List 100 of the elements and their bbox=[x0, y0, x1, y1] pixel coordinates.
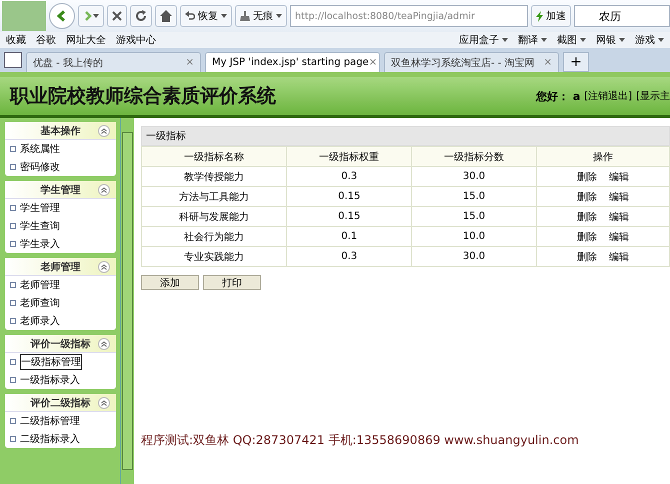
menu-item[interactable]: 二级指标录入 bbox=[20, 432, 80, 446]
bookmark-link[interactable]: 网址大全 bbox=[66, 33, 106, 47]
collapse-icon[interactable] bbox=[98, 396, 110, 408]
collapse-icon[interactable] bbox=[98, 260, 110, 272]
bookmark-link[interactable]: 收藏 bbox=[6, 33, 26, 47]
action-link[interactable]: 编辑 bbox=[608, 232, 629, 242]
caret-icon bbox=[221, 14, 227, 18]
bullet-icon bbox=[10, 377, 16, 383]
sidebar-toggle-icon[interactable] bbox=[4, 52, 22, 68]
bullet-icon bbox=[10, 146, 16, 152]
action-link[interactable]: 编辑 bbox=[608, 192, 629, 202]
search-field[interactable]: 农历 bbox=[574, 5, 670, 27]
table-cell: 15.0 bbox=[412, 206, 536, 226]
table-cell: 0.3 bbox=[286, 246, 412, 266]
header-link[interactable]: [注销退出] bbox=[584, 89, 632, 103]
header-link[interactable]: [显示主 bbox=[636, 89, 670, 103]
restore-button[interactable]: 恢复 bbox=[180, 5, 232, 27]
stop-button[interactable] bbox=[107, 5, 127, 27]
new-tab-button[interactable]: + bbox=[563, 52, 589, 72]
bullet-icon bbox=[10, 282, 16, 288]
collapse-icon[interactable] bbox=[98, 338, 110, 350]
menu-item[interactable]: 一级指标录入 bbox=[20, 373, 80, 387]
table-caption: 一级指标 bbox=[141, 126, 670, 146]
action-link[interactable]: 删除 bbox=[576, 192, 597, 202]
refresh-button[interactable] bbox=[130, 5, 152, 27]
bullet-icon bbox=[10, 223, 16, 229]
forward-button[interactable] bbox=[78, 5, 104, 27]
menu-item[interactable]: 老师录入 bbox=[20, 314, 60, 328]
user-name: a bbox=[572, 90, 580, 102]
menu-item[interactable]: 老师查询 bbox=[20, 296, 60, 310]
bookmark-link[interactable]: 截图 bbox=[557, 33, 577, 47]
column-header: 一级指标权重 bbox=[286, 146, 412, 166]
action-link[interactable]: 删除 bbox=[576, 252, 597, 262]
broom-icon bbox=[240, 11, 250, 21]
bullet-icon bbox=[10, 359, 16, 365]
caret-icon[interactable] bbox=[502, 38, 508, 42]
table-cell: 15.0 bbox=[412, 186, 536, 206]
browser-tab[interactable]: 双鱼林学习系统淘宝店- - 淘宝网 × bbox=[384, 52, 559, 72]
refresh-icon bbox=[135, 10, 147, 22]
menu-item[interactable]: 系统属性 bbox=[20, 142, 60, 156]
menu-item[interactable]: 学生管理 bbox=[20, 201, 60, 215]
table-cell: 0.15 bbox=[286, 206, 412, 226]
action-link[interactable]: 编辑 bbox=[608, 172, 629, 182]
browser-tab[interactable]: My JSP 'index.jsp' starting page× bbox=[205, 52, 380, 72]
caret-icon bbox=[93, 14, 99, 18]
caret-icon[interactable] bbox=[658, 38, 664, 42]
table-cell: 10.0 bbox=[412, 226, 536, 246]
table-cell: 方法与工具能力 bbox=[142, 186, 287, 206]
table-cell: 30.0 bbox=[412, 166, 536, 186]
bookmark-link[interactable]: 应用盒子 bbox=[459, 33, 499, 47]
action-link[interactable]: 删除 bbox=[576, 172, 597, 182]
table-cell: 0.1 bbox=[286, 226, 412, 246]
caret-icon[interactable] bbox=[619, 38, 625, 42]
collapse-icon[interactable] bbox=[98, 124, 110, 136]
address-bar[interactable]: http://localhost:8080/teaPingjia/admir bbox=[290, 5, 528, 27]
incognito-button[interactable]: 无痕 bbox=[235, 5, 287, 27]
bookmark-link[interactable]: 游戏中心 bbox=[116, 33, 156, 47]
home-icon bbox=[160, 10, 172, 22]
lightning-icon bbox=[536, 10, 543, 22]
table-cell: 30.0 bbox=[412, 246, 536, 266]
table-cell: 科研与发展能力 bbox=[142, 206, 287, 226]
undo-icon bbox=[185, 11, 195, 21]
bookmark-link[interactable]: 游戏 bbox=[635, 33, 655, 47]
home-button[interactable] bbox=[155, 5, 177, 27]
action-link[interactable]: 编辑 bbox=[608, 212, 629, 222]
bullet-icon bbox=[10, 418, 16, 424]
bullet-icon bbox=[10, 436, 16, 442]
system-title: 职业院校教师综合素质评价系统 bbox=[10, 84, 276, 109]
menu-item[interactable]: 学生录入 bbox=[20, 237, 60, 251]
menu-item[interactable]: 密码修改 bbox=[20, 160, 60, 174]
browser-tab[interactable]: 优盘 - 我上传的 × bbox=[26, 52, 201, 72]
back-button[interactable] bbox=[49, 3, 75, 29]
scrollbar[interactable] bbox=[120, 118, 134, 484]
table-cell: 专业实践能力 bbox=[142, 246, 287, 266]
caret-icon bbox=[276, 14, 282, 18]
menu-item[interactable]: 学生查询 bbox=[20, 219, 60, 233]
bookmark-link[interactable]: 翻译 bbox=[518, 33, 538, 47]
bookmark-link[interactable]: 谷歌 bbox=[36, 33, 56, 47]
collapse-icon[interactable] bbox=[98, 184, 110, 196]
action-button[interactable]: 添加 bbox=[141, 275, 199, 290]
bullet-icon bbox=[10, 300, 16, 306]
bookmark-link[interactable]: 网银 bbox=[596, 33, 616, 47]
menu-item[interactable]: 一级指标管理 bbox=[20, 354, 82, 370]
action-link[interactable]: 删除 bbox=[576, 212, 597, 222]
table-cell: 0.3 bbox=[286, 166, 412, 186]
menu-item[interactable]: 老师管理 bbox=[20, 278, 60, 292]
action-button[interactable]: 打印 bbox=[203, 275, 261, 290]
greeting-label: 您好： bbox=[536, 88, 569, 104]
table-cell: 0.15 bbox=[286, 186, 412, 206]
menu-item[interactable]: 二级指标管理 bbox=[20, 414, 80, 428]
column-header: 操作 bbox=[536, 146, 670, 166]
action-link[interactable]: 编辑 bbox=[608, 252, 629, 262]
bullet-icon bbox=[10, 205, 16, 211]
table-cell: 社会行为能力 bbox=[142, 226, 287, 246]
speedup-button[interactable]: 加速 bbox=[531, 5, 571, 27]
close-icon bbox=[112, 11, 122, 21]
caret-icon[interactable] bbox=[541, 38, 547, 42]
caret-icon[interactable] bbox=[580, 38, 586, 42]
footer-text: 程序测试:双鱼林 QQ:287307421 手机:13558690869 www.shuangyulin.com bbox=[141, 432, 580, 449]
action-link[interactable]: 删除 bbox=[576, 232, 597, 242]
